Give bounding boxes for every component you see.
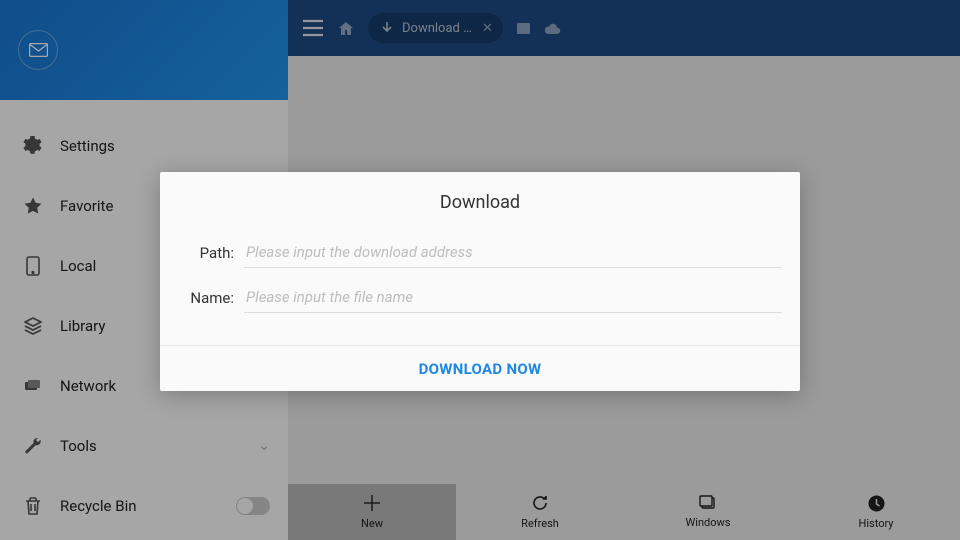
- path-input[interactable]: [244, 237, 782, 268]
- dialog-title: Download: [160, 172, 800, 229]
- dialog-footer: DOWNLOAD NOW: [160, 345, 800, 391]
- name-input[interactable]: [244, 282, 782, 313]
- name-row: Name:: [178, 282, 782, 313]
- dialog-body: Path: Name:: [160, 229, 800, 345]
- download-dialog: Download Path: Name: DOWNLOAD NOW: [160, 172, 800, 391]
- path-label: Path:: [178, 244, 234, 262]
- name-label: Name:: [178, 289, 234, 307]
- path-row: Path:: [178, 237, 782, 268]
- download-now-button[interactable]: DOWNLOAD NOW: [419, 360, 542, 378]
